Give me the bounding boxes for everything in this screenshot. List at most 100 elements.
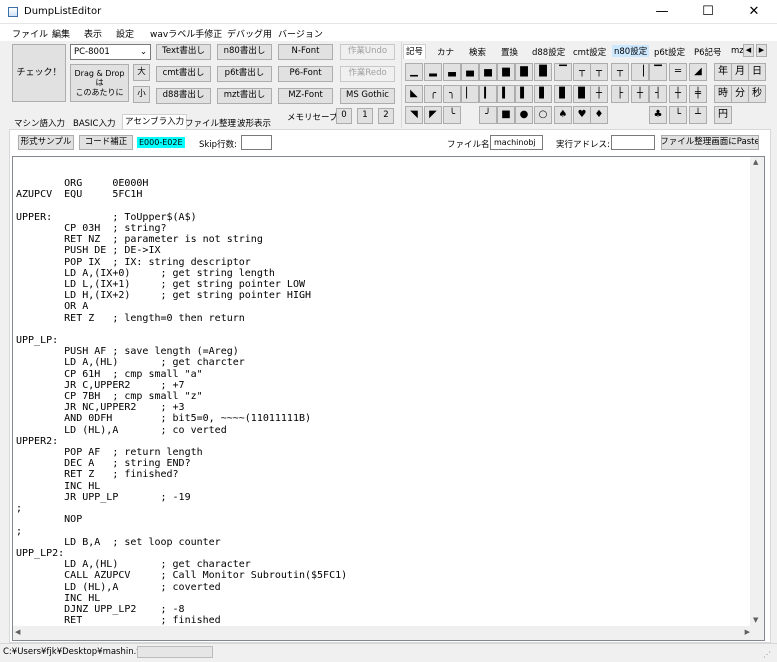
- memory-slot-2[interactable]: 2: [378, 108, 394, 124]
- glyph-button-12[interactable]: ▕: [631, 63, 649, 81]
- size-large-button[interactable]: 大: [133, 64, 150, 81]
- glyph-button-29[interactable]: ┤: [649, 85, 667, 103]
- kanji-glyph-button-0[interactable]: 年: [714, 63, 732, 81]
- scroll-left-small-icon[interactable]: ◀: [15, 628, 20, 636]
- glyph-button-11[interactable]: ┬: [611, 63, 629, 81]
- paste-to-file-organize-button[interactable]: ファイル整理画面にPaste: [661, 135, 759, 150]
- glyph-button-18[interactable]: ╮: [443, 85, 461, 103]
- glyph-button-10[interactable]: ┬: [590, 63, 608, 81]
- glyph-button-43[interactable]: └: [669, 106, 687, 124]
- glyph-tab-cmt-settings[interactable]: cmt設定: [573, 46, 606, 58]
- code-editor[interactable]: ORG 0E000H AZUPCV EQU 5FC1H UPPER: ; ToU…: [12, 156, 765, 641]
- glyph-button-30[interactable]: ┼: [669, 85, 687, 103]
- glyph-button-26[interactable]: ┼: [590, 85, 608, 103]
- d88-export-button[interactable]: d88書出し: [156, 88, 211, 104]
- gothic-font-button[interactable]: MS Gothic: [340, 88, 395, 104]
- glyph-button-32[interactable]: ◥: [405, 106, 423, 124]
- scroll-left-icon[interactable]: ◀: [743, 44, 754, 57]
- p6-font-button[interactable]: P6-Font: [278, 66, 333, 82]
- tab-machine-input[interactable]: マシン語入力: [14, 117, 65, 129]
- memory-slot-1[interactable]: 1: [357, 108, 373, 124]
- glyph-button-44[interactable]: ┴: [689, 106, 707, 124]
- minimize-button[interactable]: —: [639, 0, 685, 24]
- glyph-tab-search[interactable]: 検索: [469, 46, 486, 58]
- glyph-tab-d88-settings[interactable]: d88設定: [532, 46, 565, 58]
- glyph-tab-p6-symbols[interactable]: P6記号: [694, 46, 722, 58]
- glyph-button-8[interactable]: ▔: [554, 63, 572, 81]
- glyph-button-31[interactable]: ╪: [689, 85, 707, 103]
- kanji-glyph-button-1[interactable]: 月: [731, 63, 749, 81]
- glyph-button-16[interactable]: ◣: [405, 85, 423, 103]
- glyph-button-0[interactable]: ▁: [405, 63, 423, 81]
- glyph-button-38[interactable]: ○: [534, 106, 552, 124]
- drag-drop-area[interactable]: Drag & Drop は このあたりに: [70, 64, 129, 102]
- resize-grip-icon[interactable]: ⋰: [763, 650, 773, 660]
- redo-button[interactable]: 作業Redo: [340, 66, 395, 82]
- code-fix-button[interactable]: コード補正: [79, 135, 133, 150]
- format-sample-button[interactable]: 形式サンプル: [18, 135, 74, 150]
- glyph-button-4[interactable]: ▅: [479, 63, 497, 81]
- kanji-glyph-button-5[interactable]: 秒: [748, 85, 766, 103]
- glyph-button-17[interactable]: ╭: [424, 85, 442, 103]
- scroll-down-icon[interactable]: ▼: [753, 616, 758, 624]
- tab-assembler-input[interactable]: アセンブラ入力: [122, 114, 188, 130]
- menu-version[interactable]: バージョン: [278, 27, 323, 40]
- glyph-button-21[interactable]: ▍: [497, 85, 515, 103]
- glyph-button-34[interactable]: ╰: [443, 106, 461, 124]
- menu-wav-label[interactable]: wavラベル手修正: [150, 27, 222, 40]
- kanji-glyph-button-3[interactable]: 時: [714, 85, 732, 103]
- glyph-button-35[interactable]: ╯: [479, 106, 497, 124]
- text-export-button[interactable]: Text書出し: [156, 44, 211, 60]
- glyph-button-40[interactable]: ♥: [573, 106, 591, 124]
- machine-select[interactable]: PC-8001 ⌄: [70, 44, 151, 60]
- menu-file[interactable]: ファイル: [12, 27, 48, 40]
- kanji-glyph-button-6[interactable]: 円: [714, 106, 732, 124]
- glyph-button-9[interactable]: ┬: [573, 63, 591, 81]
- glyph-button-14[interactable]: ═: [669, 63, 687, 81]
- n80-export-button[interactable]: n80書出し: [217, 44, 272, 60]
- glyph-button-28[interactable]: ┼: [631, 85, 649, 103]
- menu-view[interactable]: 表示: [84, 27, 102, 40]
- glyph-tab-kana[interactable]: カナ: [437, 46, 454, 58]
- exec-address-input[interactable]: [611, 135, 655, 150]
- menu-debug[interactable]: デバッグ用: [227, 27, 272, 40]
- glyph-button-25[interactable]: ▉: [573, 85, 591, 103]
- glyph-button-5[interactable]: ▆: [497, 63, 515, 81]
- tab-waveform[interactable]: 波形表示: [237, 117, 271, 129]
- mzt-export-button[interactable]: mzt書出し: [217, 88, 272, 104]
- skip-lines-input[interactable]: [241, 135, 272, 150]
- scroll-up-icon[interactable]: ▲: [753, 158, 758, 166]
- n-font-button[interactable]: N-Font: [278, 44, 333, 60]
- glyph-button-41[interactable]: ♦: [590, 106, 608, 124]
- glyph-tab-mz[interactable]: mz: [731, 46, 744, 56]
- kanji-glyph-button-2[interactable]: 日: [748, 63, 766, 81]
- glyph-button-20[interactable]: ▎: [479, 85, 497, 103]
- check-button[interactable]: チェック！: [12, 44, 66, 102]
- glyph-button-27[interactable]: ├: [611, 85, 629, 103]
- glyph-button-15[interactable]: ◢: [689, 63, 707, 81]
- glyph-button-22[interactable]: ▌: [515, 85, 533, 103]
- glyph-button-19[interactable]: ▏: [461, 85, 479, 103]
- vertical-scrollbar[interactable]: ▲ ▼: [750, 157, 764, 640]
- glyph-button-6[interactable]: ▇: [515, 63, 533, 81]
- glyph-button-3[interactable]: ▄: [461, 63, 479, 81]
- tab-file-organize[interactable]: ファイル整理: [185, 117, 236, 129]
- glyph-button-13[interactable]: ▔: [649, 63, 667, 81]
- maximize-button[interactable]: ☐: [685, 0, 731, 24]
- filename-input[interactable]: machinobj: [490, 135, 543, 150]
- scroll-right-icon[interactable]: ▶: [756, 44, 767, 57]
- p6t-export-button[interactable]: p6t書出し: [217, 66, 272, 82]
- menu-settings[interactable]: 設定: [116, 27, 134, 40]
- size-small-button[interactable]: 小: [133, 86, 150, 103]
- glyph-button-1[interactable]: ▂: [424, 63, 442, 81]
- glyph-tab-replace[interactable]: 置換: [501, 46, 518, 58]
- close-button[interactable]: ✕: [731, 0, 777, 24]
- undo-button[interactable]: 作業Undo: [340, 44, 395, 60]
- glyph-button-37[interactable]: ●: [515, 106, 533, 124]
- glyph-button-33[interactable]: ◤: [424, 106, 442, 124]
- menu-edit[interactable]: 編集: [52, 27, 70, 40]
- horizontal-scrollbar[interactable]: ◀ ▶: [13, 626, 752, 640]
- kanji-glyph-button-4[interactable]: 分: [731, 85, 749, 103]
- glyph-button-24[interactable]: ▊: [554, 85, 572, 103]
- mz-font-button[interactable]: MZ-Font: [278, 88, 333, 104]
